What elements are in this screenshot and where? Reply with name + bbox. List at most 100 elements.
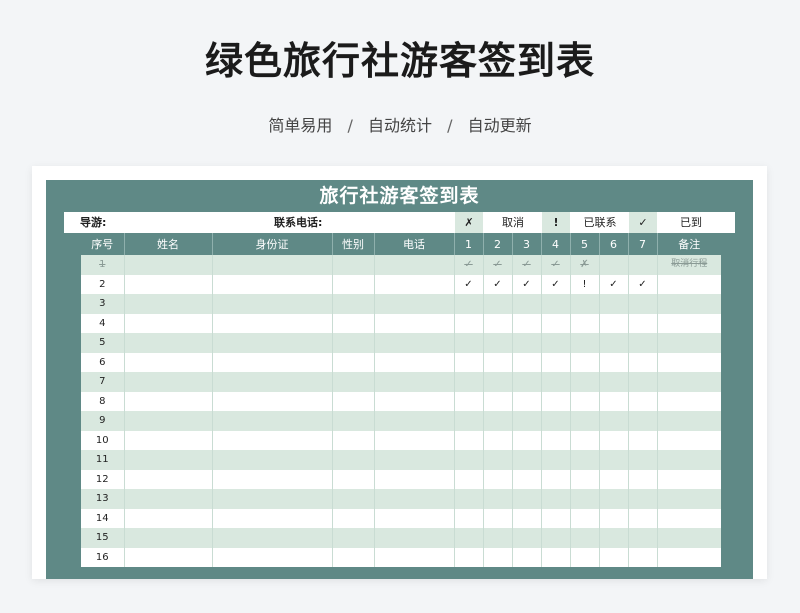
gender-cell[interactable] <box>331 450 374 470</box>
phone-cell[interactable] <box>373 294 454 314</box>
name-cell[interactable] <box>123 528 212 548</box>
id-card-cell[interactable] <box>211 547 332 567</box>
name-cell[interactable] <box>123 469 212 489</box>
day-mark-cell[interactable] <box>511 294 541 314</box>
phone-cell[interactable] <box>373 333 454 353</box>
day-mark-cell[interactable] <box>540 528 570 548</box>
day-mark-cell[interactable] <box>598 528 628 548</box>
gender-cell[interactable] <box>331 547 374 567</box>
day-mark-cell[interactable] <box>511 469 541 489</box>
day-mark-cell[interactable] <box>482 450 512 470</box>
id-card-cell[interactable] <box>211 313 332 333</box>
id-card-cell[interactable] <box>211 391 332 411</box>
table-row[interactable]: 9 <box>81 411 721 431</box>
day-mark-cell[interactable] <box>482 547 512 567</box>
name-cell[interactable] <box>123 255 212 275</box>
day-mark-cell[interactable] <box>482 391 512 411</box>
day-mark-cell[interactable] <box>511 411 541 431</box>
table-row[interactable]: 4 <box>81 313 721 333</box>
id-card-cell[interactable] <box>211 450 332 470</box>
day-mark-cell[interactable] <box>627 294 657 314</box>
day-mark-cell[interactable] <box>540 352 570 372</box>
remark-cell[interactable] <box>656 391 721 411</box>
table-row[interactable]: 13 <box>81 489 721 509</box>
name-cell[interactable] <box>123 294 212 314</box>
day-mark-cell[interactable] <box>453 508 483 528</box>
phone-cell[interactable] <box>373 313 454 333</box>
day-mark-cell[interactable] <box>569 469 599 489</box>
table-row[interactable]: 1 ✓ ✓ ✓ ✓ ✗ 取消行程 <box>81 255 721 275</box>
remark-cell[interactable] <box>656 352 721 372</box>
day-mark-cell[interactable] <box>627 469 657 489</box>
day-mark-cell[interactable]: ! <box>569 274 599 294</box>
gender-cell[interactable] <box>331 372 374 392</box>
day-mark-cell[interactable] <box>511 313 541 333</box>
phone-cell[interactable] <box>373 255 454 275</box>
day-mark-cell[interactable] <box>511 352 541 372</box>
day-mark-cell[interactable] <box>598 508 628 528</box>
day-mark-cell[interactable] <box>598 333 628 353</box>
day-mark-cell[interactable] <box>511 372 541 392</box>
day-mark-cell[interactable] <box>540 508 570 528</box>
phone-cell[interactable] <box>373 372 454 392</box>
name-cell[interactable] <box>123 450 212 470</box>
day-mark-cell[interactable] <box>569 489 599 509</box>
table-row[interactable]: 11 <box>81 450 721 470</box>
day-mark-cell[interactable] <box>627 391 657 411</box>
day-mark-cell[interactable]: ✓ <box>511 274 541 294</box>
day-mark-cell[interactable] <box>540 547 570 567</box>
phone-cell[interactable] <box>373 489 454 509</box>
day-mark-cell[interactable] <box>627 411 657 431</box>
phone-cell[interactable] <box>373 391 454 411</box>
phone-cell[interactable] <box>373 274 454 294</box>
phone-cell[interactable] <box>373 430 454 450</box>
day-mark-cell[interactable] <box>453 547 483 567</box>
gender-cell[interactable] <box>331 274 374 294</box>
day-mark-cell[interactable] <box>540 294 570 314</box>
id-card-cell[interactable] <box>211 489 332 509</box>
table-row[interactable]: 8 <box>81 391 721 411</box>
row-number-cell[interactable]: 9 <box>81 411 124 431</box>
row-number-cell[interactable]: 2 <box>81 274 124 294</box>
remark-cell[interactable] <box>656 508 721 528</box>
table-row[interactable]: 3 <box>81 294 721 314</box>
gender-cell[interactable] <box>331 411 374 431</box>
row-number-cell[interactable]: 1 <box>81 255 124 275</box>
day-mark-cell[interactable] <box>482 469 512 489</box>
day-mark-cell[interactable]: ✓ <box>627 274 657 294</box>
table-row[interactable]: 6 <box>81 352 721 372</box>
day-mark-cell[interactable]: ✗ <box>569 255 599 275</box>
day-mark-cell[interactable] <box>453 489 483 509</box>
day-mark-cell[interactable] <box>453 372 483 392</box>
row-number-cell[interactable]: 5 <box>81 333 124 353</box>
phone-cell[interactable] <box>373 528 454 548</box>
day-mark-cell[interactable] <box>540 391 570 411</box>
day-mark-cell[interactable] <box>540 372 570 392</box>
name-cell[interactable] <box>123 508 212 528</box>
row-number-cell[interactable]: 7 <box>81 372 124 392</box>
day-mark-cell[interactable] <box>511 450 541 470</box>
day-mark-cell[interactable] <box>569 547 599 567</box>
remark-cell[interactable] <box>656 469 721 489</box>
day-mark-cell[interactable] <box>569 294 599 314</box>
day-mark-cell[interactable] <box>482 528 512 548</box>
name-cell[interactable] <box>123 333 212 353</box>
phone-cell[interactable] <box>373 547 454 567</box>
row-number-cell[interactable]: 4 <box>81 313 124 333</box>
day-mark-cell[interactable] <box>540 411 570 431</box>
day-mark-cell[interactable] <box>453 391 483 411</box>
day-mark-cell[interactable] <box>598 450 628 470</box>
day-mark-cell[interactable] <box>569 352 599 372</box>
day-mark-cell[interactable] <box>627 372 657 392</box>
day-mark-cell[interactable] <box>482 489 512 509</box>
table-row[interactable]: 5 <box>81 333 721 353</box>
row-number-cell[interactable]: 6 <box>81 352 124 372</box>
day-mark-cell[interactable] <box>598 411 628 431</box>
gender-cell[interactable] <box>331 294 374 314</box>
day-mark-cell[interactable] <box>569 333 599 353</box>
day-mark-cell[interactable] <box>598 489 628 509</box>
id-card-cell[interactable] <box>211 372 332 392</box>
day-mark-cell[interactable] <box>540 450 570 470</box>
table-row[interactable]: 16 <box>81 547 721 567</box>
name-cell[interactable] <box>123 352 212 372</box>
